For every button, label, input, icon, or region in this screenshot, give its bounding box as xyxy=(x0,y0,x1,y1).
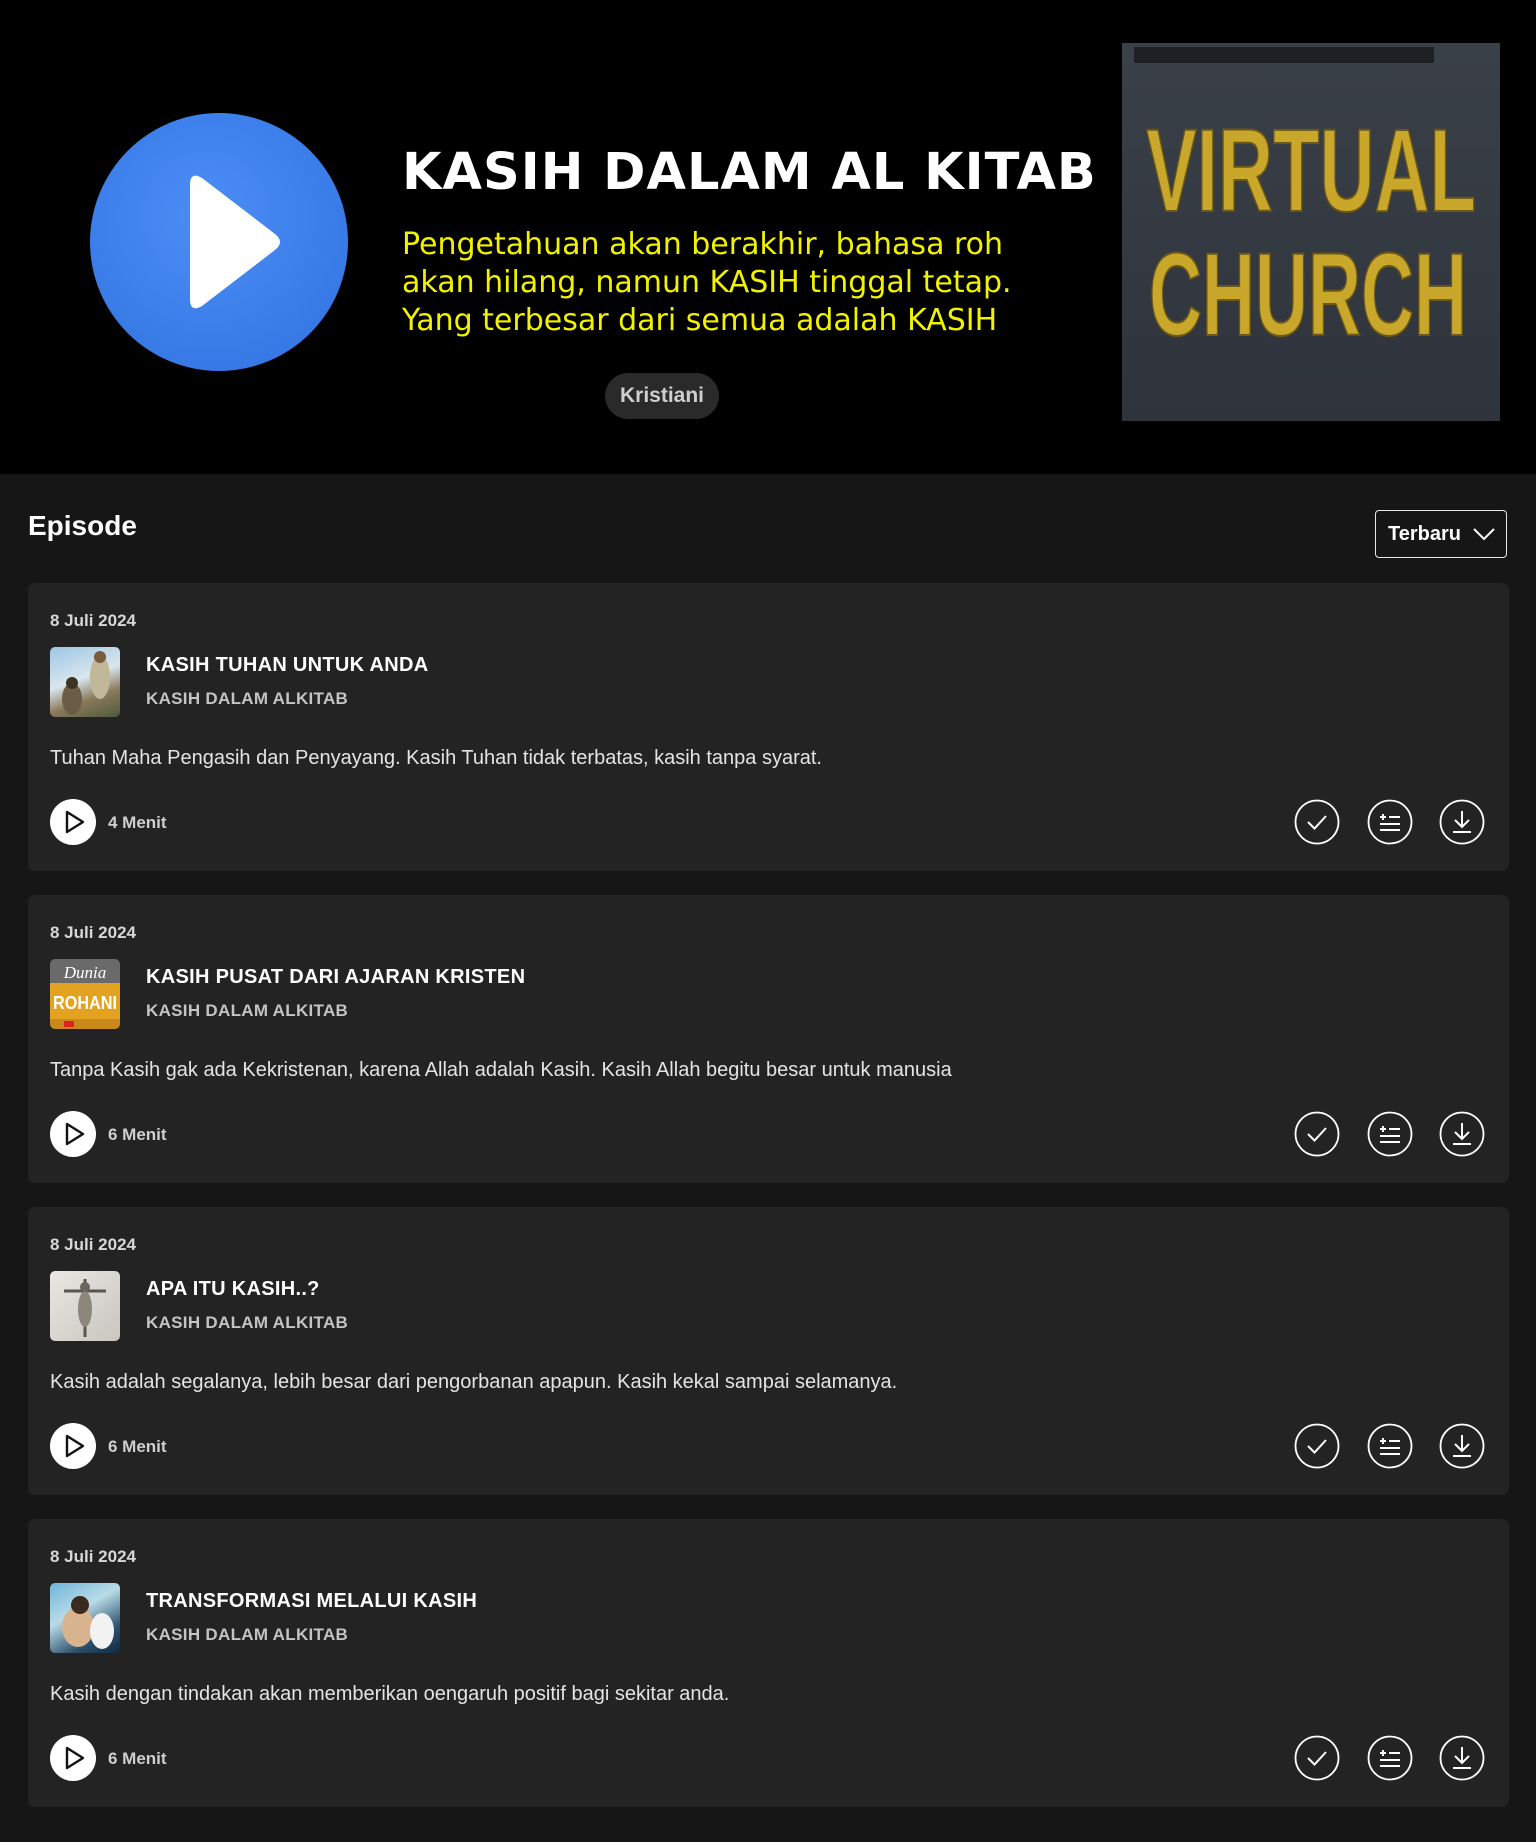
mark-played-button[interactable] xyxy=(1294,1423,1340,1469)
episode-play-button[interactable] xyxy=(50,1735,96,1781)
episode-duration: 4 Menit xyxy=(108,813,167,832)
add-to-queue-icon xyxy=(1367,1735,1413,1781)
sort-label: Terbaru xyxy=(1388,523,1461,545)
mark-played-button[interactable] xyxy=(1294,1111,1340,1157)
cover-text-virtual: VIRTUAL xyxy=(1146,105,1476,237)
thumb-text-dunia: Dunia xyxy=(63,963,107,982)
episode-card[interactable]: 8 Juli 2024 APA ITU KASIH..? KASIH DALAM… xyxy=(28,1207,1509,1495)
check-circle-icon xyxy=(1294,1735,1340,1781)
episode-thumbnail xyxy=(50,1271,120,1341)
episode-description: Tuhan Maha Pengasih dan Penyayang. Kasih… xyxy=(50,747,822,769)
episode-play-button[interactable] xyxy=(50,1111,96,1157)
episode-duration: 6 Menit xyxy=(108,1125,167,1144)
episode-description: Kasih adalah segalanya, lebih besar dari… xyxy=(50,1371,898,1393)
episode-date: 8 Juli 2024 xyxy=(50,923,137,942)
check-circle-icon xyxy=(1294,1111,1340,1157)
episode-thumbnail xyxy=(50,1583,120,1653)
episode-description: Tanpa Kasih gak ada Kekristenan, karena … xyxy=(50,1059,952,1081)
episode-title[interactable]: KASIH PUSAT DARI AJARAN KRISTEN xyxy=(146,966,525,989)
download-icon xyxy=(1439,1111,1485,1157)
download-button[interactable] xyxy=(1439,1111,1485,1157)
episode-thumbnail xyxy=(50,647,120,717)
episode-title[interactable]: TRANSFORMASI MELALUI KASIH xyxy=(146,1590,477,1613)
add-to-queue-button[interactable] xyxy=(1367,1423,1413,1469)
episode-show-name[interactable]: KASIH DALAM ALKITAB xyxy=(146,1625,348,1645)
episode-duration: 6 Menit xyxy=(108,1437,167,1456)
episode-play-button[interactable] xyxy=(50,799,96,845)
podcast-header: KASIH DALAM AL KITAB Pengetahuan akan be… xyxy=(0,0,1536,474)
cover-text-church: CHURCH xyxy=(1149,229,1467,361)
episode-duration: 6 Menit xyxy=(108,1749,167,1768)
podcast-title: KASIH DALAM AL KITAB xyxy=(402,143,1097,202)
episode-title[interactable]: KASIH TUHAN UNTUK ANDA xyxy=(146,654,429,677)
play-icon xyxy=(65,810,85,834)
episode-date: 8 Juli 2024 xyxy=(50,611,137,630)
episode-show-name[interactable]: KASIH DALAM ALKITAB xyxy=(146,1001,348,1021)
episode-card[interactable]: 8 Juli 2024 KASIH TUHAN UNTUK ANDA KASIH… xyxy=(28,583,1509,871)
add-to-queue-button[interactable] xyxy=(1367,799,1413,845)
download-icon xyxy=(1439,1423,1485,1469)
episode-description: Kasih dengan tindakan akan memberikan oe… xyxy=(50,1683,730,1705)
episodes-heading: Episode xyxy=(28,510,137,541)
sort-dropdown[interactable]: Terbaru xyxy=(1375,510,1507,558)
episode-title[interactable]: APA ITU KASIH..? xyxy=(146,1278,320,1301)
check-circle-icon xyxy=(1294,799,1340,845)
add-to-queue-icon xyxy=(1367,1111,1413,1157)
add-to-queue-button[interactable] xyxy=(1367,1111,1413,1157)
episode-card[interactable]: 8 Juli 2024 Dunia ROHANI KASIH PUSAT DAR… xyxy=(28,895,1509,1183)
play-icon xyxy=(65,1434,85,1458)
episode-date: 8 Juli 2024 xyxy=(50,1235,137,1254)
download-icon xyxy=(1439,1735,1485,1781)
episode-show-name[interactable]: KASIH DALAM ALKITAB xyxy=(146,689,348,709)
thumb-text-rohani: ROHANI xyxy=(53,993,117,1013)
check-circle-icon xyxy=(1294,1423,1340,1469)
mark-played-button[interactable] xyxy=(1294,1735,1340,1781)
mark-played-button[interactable] xyxy=(1294,799,1340,845)
episode-date: 8 Juli 2024 xyxy=(50,1547,137,1566)
download-button[interactable] xyxy=(1439,799,1485,845)
chevron-down-icon xyxy=(1473,528,1495,541)
podcast-play-button[interactable] xyxy=(90,113,348,371)
category-tag[interactable]: Kristiani xyxy=(605,373,720,419)
play-icon xyxy=(65,1746,85,1770)
episode-show-name[interactable]: KASIH DALAM ALKITAB xyxy=(146,1313,348,1333)
add-to-queue-icon xyxy=(1367,799,1413,845)
episode-thumbnail: Dunia ROHANI xyxy=(50,959,120,1029)
download-icon xyxy=(1439,799,1485,845)
episode-card[interactable]: 8 Juli 2024 TRANSFORMASI MELALUI KASIH K… xyxy=(28,1519,1509,1807)
podcast-description: Pengetahuan akan berakhir, bahasa roh ak… xyxy=(402,227,1012,338)
add-to-queue-icon xyxy=(1367,1423,1413,1469)
play-icon xyxy=(190,175,280,309)
download-button[interactable] xyxy=(1439,1423,1485,1469)
episode-play-button[interactable] xyxy=(50,1423,96,1469)
podcast-cover-image: VIRTUAL CHURCH xyxy=(1122,43,1500,421)
download-button[interactable] xyxy=(1439,1735,1485,1781)
add-to-queue-button[interactable] xyxy=(1367,1735,1413,1781)
play-icon xyxy=(65,1122,85,1146)
